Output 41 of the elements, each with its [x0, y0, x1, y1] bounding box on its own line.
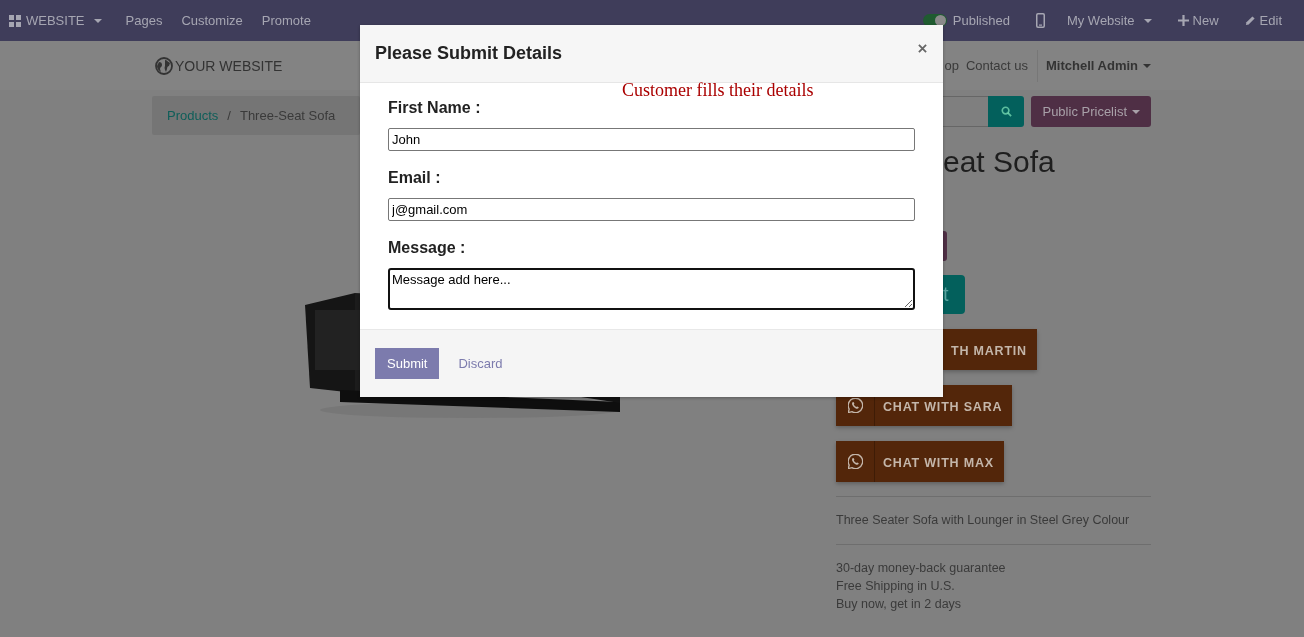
- field-label: Message :: [388, 239, 467, 258]
- nav-link[interactable]: op: [944, 58, 959, 73]
- website-dropdown[interactable]: My Website: [1066, 13, 1152, 28]
- mobile-icon[interactable]: [1035, 13, 1045, 28]
- field-label: First Name :: [388, 99, 482, 118]
- product-note: 30-day money-back guarantee: [836, 560, 1007, 577]
- text-field[interactable]: John: [388, 128, 915, 151]
- product-note: Buy now, get in 2 days: [836, 596, 963, 613]
- search-icon: [1000, 106, 1012, 117]
- globe-icon: [155, 56, 173, 75]
- website-menu[interactable]: WEBSITE: [9, 13, 102, 28]
- chat-button[interactable]: CHAT WITH MAX: [836, 441, 1004, 482]
- annotation-text: Customer fills their details: [622, 80, 814, 101]
- nav-link[interactable]: Contact us: [965, 58, 1029, 73]
- chat-button[interactable]: TH MARTIN: [943, 329, 1037, 370]
- menu-item[interactable]: Customize: [181, 13, 243, 28]
- submit-button[interactable]: Submit: [375, 348, 440, 379]
- close-icon[interactable]: [918, 44, 927, 53]
- discard-link[interactable]: Discard: [458, 356, 503, 371]
- product-note: Free Shipping in U.S.: [836, 578, 956, 595]
- user-menu[interactable]: Mitchell Admin: [1046, 58, 1151, 73]
- grid-icon: [9, 14, 21, 27]
- search-button[interactable]: [988, 96, 1025, 127]
- breadcrumb-separator: /: [227, 108, 231, 123]
- new-button[interactable]: New: [1177, 13, 1219, 28]
- menu-item[interactable]: Promote: [261, 13, 311, 28]
- plus-icon: [1177, 15, 1189, 26]
- page-name: Three-Seat Sofa: [239, 108, 336, 123]
- menu-item[interactable]: Pages: [125, 13, 163, 28]
- pencil-icon: [1244, 15, 1256, 26]
- product-title: eat Sofa: [943, 144, 1055, 180]
- dialog-title: Please Submit Details: [375, 43, 563, 64]
- product-description: Three Seater Sofa with Lounger in Steel Grey Colour: [836, 512, 1131, 529]
- field-label: Email :: [388, 169, 442, 188]
- website-logo[interactable]: YOUR WEBSITE: [175, 57, 283, 74]
- published-label: Published: [952, 13, 1010, 28]
- message-field[interactable]: Message add here...: [388, 268, 915, 310]
- text-field[interactable]: j@gmail.com: [388, 198, 915, 221]
- pricelist-dropdown[interactable]: Public Pricelist: [1031, 96, 1151, 127]
- cart-button[interactable]: t: [943, 275, 965, 314]
- edit-button[interactable]: Edit: [1244, 13, 1282, 28]
